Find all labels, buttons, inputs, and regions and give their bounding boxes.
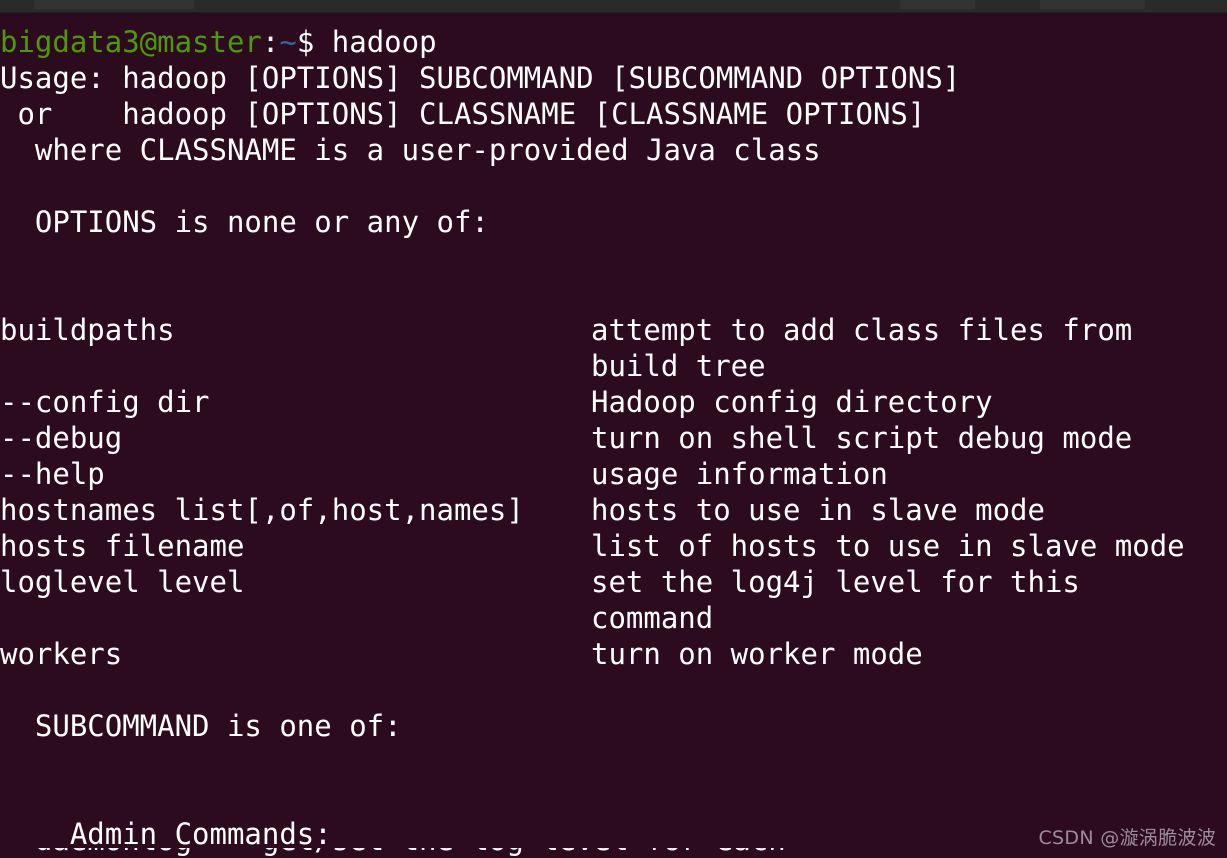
titlebar-tab-chip[interactable] bbox=[34, 0, 194, 9]
output-line: Hadoop config directory bbox=[591, 385, 993, 419]
output-line: list of hosts to use in slave mode bbox=[591, 529, 1185, 563]
shell-prompt-line: bigdata3@master:~$ hadoop bbox=[0, 24, 437, 60]
prompt-user-host: bigdata3@master bbox=[0, 25, 262, 59]
titlebar-window-controls-chip[interactable] bbox=[1040, 0, 1145, 9]
output-line: hosts to use in slave mode bbox=[591, 493, 1045, 527]
output-line: or hadoop [OPTIONS] CLASSNAME [CLASSNAME… bbox=[0, 97, 926, 131]
terminal-window: bigdata3@master:~$ hadoop Usage: hadoop … bbox=[0, 0, 1227, 858]
output-line: build tree bbox=[591, 349, 766, 383]
output-line: OPTIONS is none or any of: bbox=[0, 205, 489, 239]
output-line: hostnames list[,of,host,names] bbox=[0, 493, 524, 527]
output-line: turn on shell script debug mode bbox=[591, 421, 1133, 455]
prompt-path: ~ bbox=[279, 25, 297, 59]
output-line: command bbox=[591, 601, 714, 635]
output-line: hosts filename bbox=[0, 529, 245, 563]
output-line: --debug bbox=[0, 421, 123, 455]
output-line: --config dir bbox=[0, 385, 210, 419]
output-line: usage information bbox=[591, 457, 888, 491]
output-line: attempt to add class files from bbox=[591, 313, 1133, 347]
output-line: Usage: hadoop [OPTIONS] SUBCOMMAND [SUBC… bbox=[0, 61, 961, 95]
output-line: SUBCOMMAND is one of: bbox=[0, 709, 402, 743]
output-line: set the log4j level for this bbox=[591, 565, 1080, 599]
clipped-output-text: daemonlog get/set the log level for each bbox=[0, 848, 786, 858]
output-line: loglevel level bbox=[0, 565, 245, 599]
output-line: workers bbox=[0, 637, 123, 671]
output-line: Admin Commands: bbox=[0, 817, 332, 851]
prompt-sigil: $ bbox=[296, 25, 315, 59]
titlebar-menu-chip[interactable] bbox=[900, 0, 975, 9]
prompt-command: hadoop bbox=[314, 25, 437, 59]
prompt-colon: : bbox=[261, 25, 280, 59]
csdn-watermark: CSDN @漩涡脆波波 bbox=[1038, 827, 1216, 849]
terminal-output-area[interactable]: bigdata3@master:~$ hadoop Usage: hadoop … bbox=[0, 13, 1227, 858]
output-line: --help bbox=[0, 457, 105, 491]
output-line: turn on worker mode bbox=[591, 637, 923, 671]
output-line: where CLASSNAME is a user-provided Java … bbox=[0, 133, 821, 167]
output-line: buildpaths bbox=[0, 313, 175, 347]
